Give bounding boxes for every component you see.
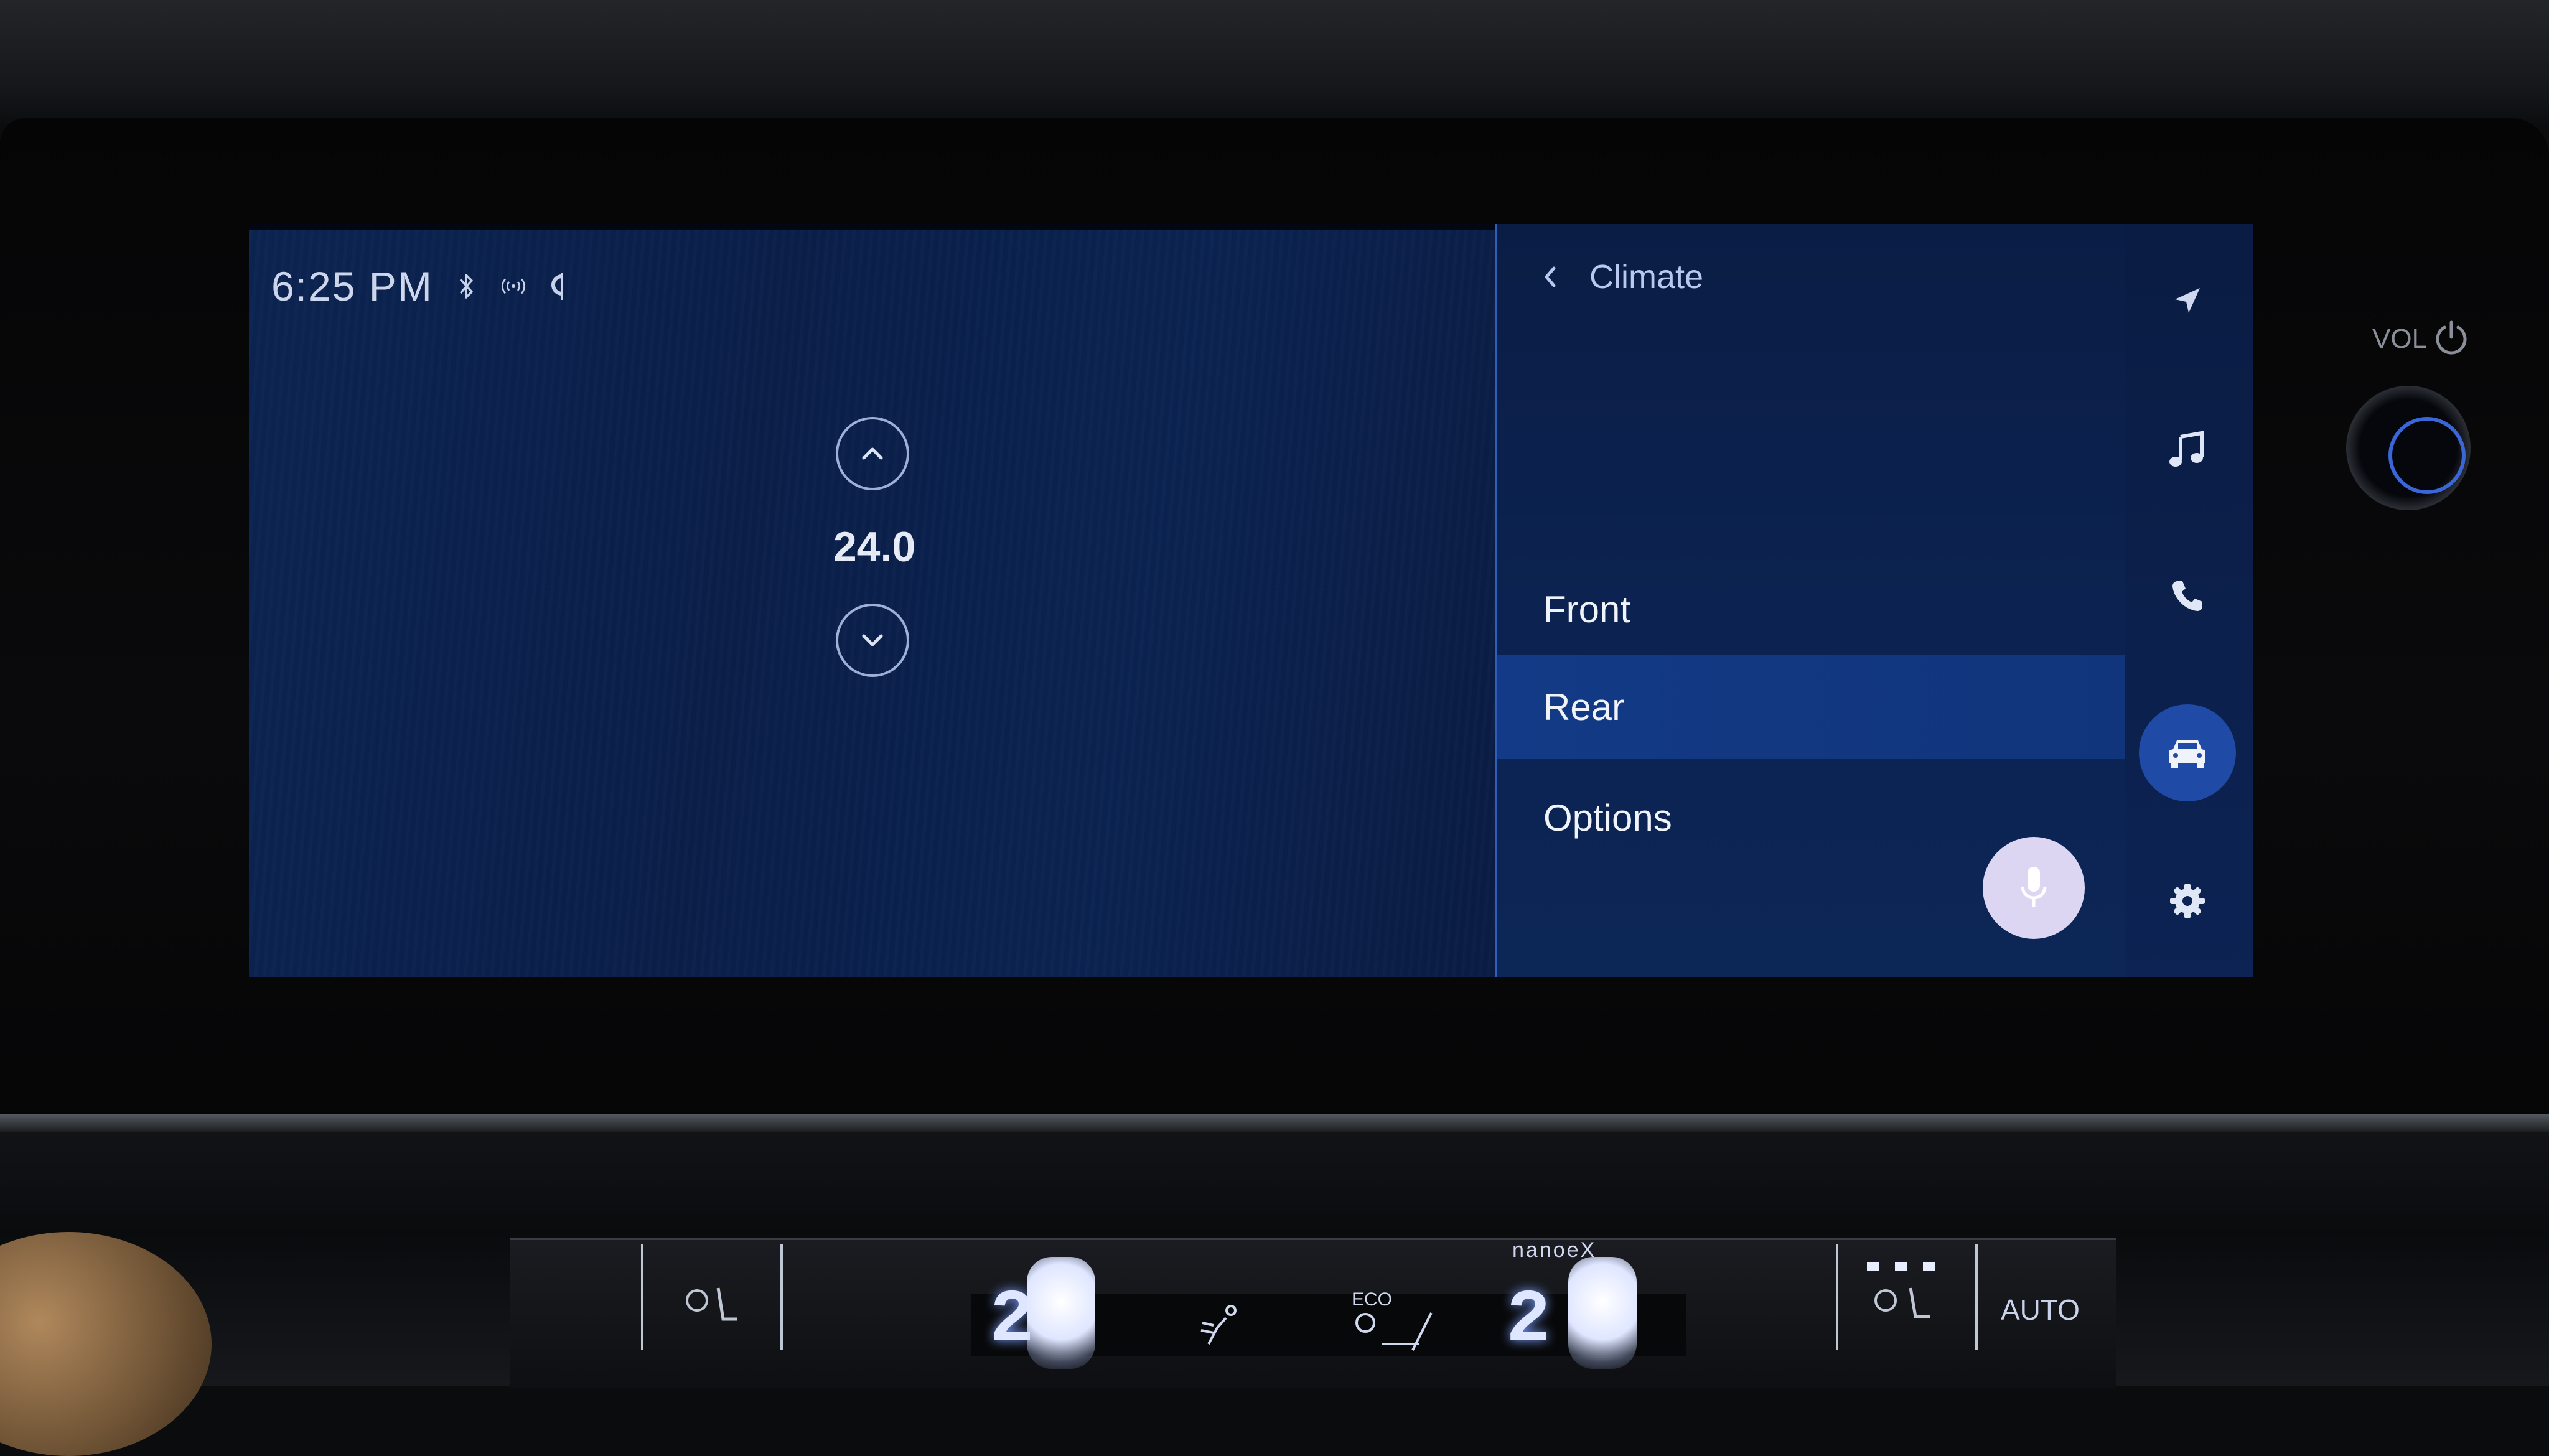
passenger-temp-knob[interactable] [1568,1257,1637,1369]
navigation-icon [2175,288,2200,313]
menu-item-label: Front [1543,588,1631,630]
microphone-icon [2021,867,2047,907]
chevron-left-icon [1545,266,1556,287]
infotainment-screen: 6:25 PM 24.0 Climate Front Rear Options [249,224,2253,977]
air-flow-icon [1200,1305,1237,1345]
rail-navigation-button[interactable] [2139,252,2236,349]
menu-item-label: Options [1543,796,1672,839]
climate-control-pane: 6:25 PM 24.0 [249,230,1495,977]
wireless-charging-icon [546,268,575,305]
rail-phone-button[interactable] [2139,548,2236,645]
rail-vehicle-button[interactable] [2139,704,2236,801]
vol-label: VOL [2372,324,2428,354]
voice-assistant-button[interactable] [1983,837,2085,939]
car-icon [2169,740,2205,768]
seat-fan-icon [1867,1262,1935,1318]
eco-fan-icon [1355,1312,1433,1351]
volume-knob-ring [2388,417,2466,494]
bezel-trim [0,1114,2549,1132]
gear-icon [2170,884,2205,918]
driver-temp-knob[interactable] [1027,1257,1095,1369]
status-bar: 6:25 PM [271,261,575,311]
rail-music-button[interactable] [2139,401,2236,498]
temperature-value: 24.0 [833,523,916,571]
rail-settings-button[interactable] [2139,852,2236,950]
menu-item-label: Rear [1543,686,1625,728]
phone-icon [2172,581,2202,611]
menu-header: Climate [1535,249,1703,305]
chevron-up-icon [862,447,883,460]
bluetooth-icon [452,268,480,305]
menu-title: Climate [1589,258,1704,296]
menu-item-front[interactable]: Front [1497,557,2125,661]
wireless-signal-icon [499,268,528,305]
temperature-up-button[interactable] [836,417,909,490]
back-button[interactable] [1535,255,1566,299]
music-icon [2169,431,2204,467]
chevron-down-icon [862,634,883,646]
app-rail [2125,224,2253,977]
temperature-down-button[interactable] [836,604,909,677]
seat-fan-icon [686,1287,737,1321]
clock: 6:25 PM [271,263,433,309]
dashboard-top [0,0,2549,124]
passenger-seat-heat-button[interactable] [1836,1244,1978,1350]
passenger-temp-digits: 2 [1506,1279,1551,1363]
menu-item-rear[interactable]: Rear [1497,655,2125,759]
driver-seat-heat-button[interactable] [641,1244,783,1350]
power-icon [2436,320,2467,355]
auto-button[interactable]: AUTO [2001,1293,2080,1327]
climate-menu-pane: Climate Front Rear Options [1497,224,2125,977]
